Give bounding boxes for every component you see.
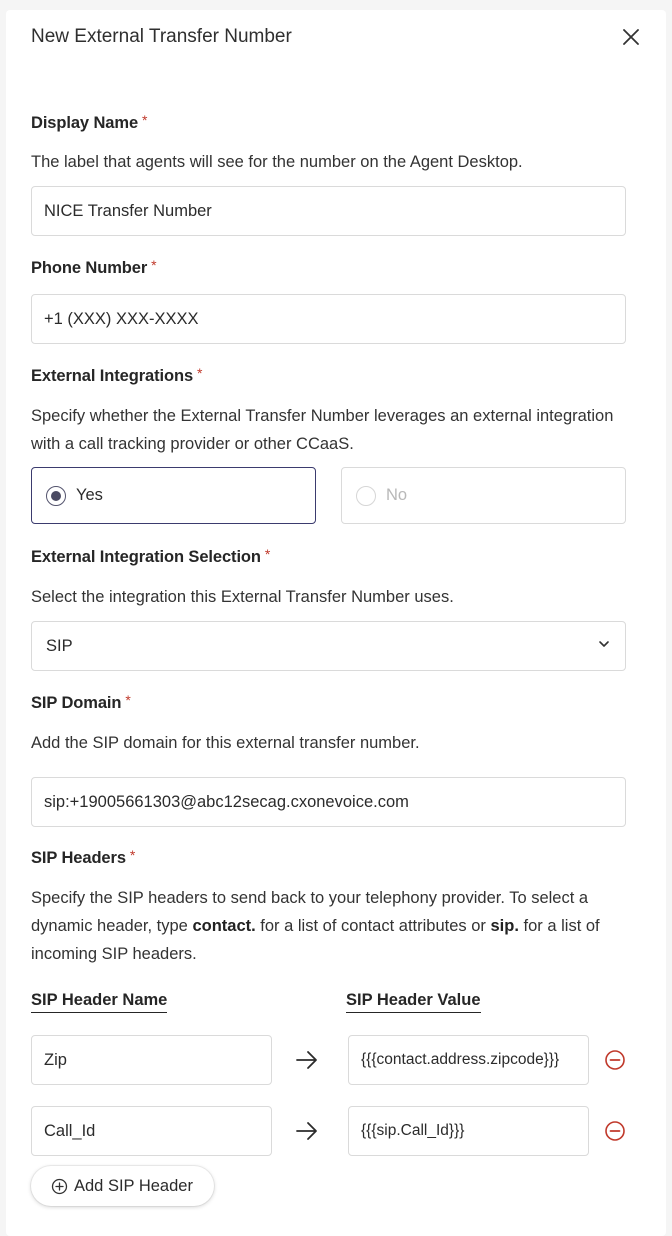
required-mark: * <box>151 257 157 273</box>
sip-header-value-column: SIP Header Value <box>346 991 481 1013</box>
sip-domain-section: SIP Domain * <box>31 692 626 713</box>
required-mark: * <box>129 847 136 863</box>
sip-header-name-column: SIP Header Name <box>31 991 168 1013</box>
panel-title: New External Transfer Number <box>31 26 292 47</box>
integration-selection-section: External Integration Selection * <box>31 546 626 567</box>
arrow-right-icon <box>296 1051 317 1069</box>
sip-domain-label: SIP Domain <box>31 694 122 712</box>
radio-unselected-icon <box>356 485 376 506</box>
integration-selection-help: Select the integration this External Tra… <box>31 588 454 606</box>
radio-no[interactable]: No <box>341 467 626 524</box>
radio-selected-icon <box>46 485 66 506</box>
sip-headers-section: SIP Headers * <box>31 847 626 868</box>
remove-circle-icon[interactable] <box>604 1120 626 1142</box>
radio-no-label: No <box>386 486 408 504</box>
sip-header-row: Call_Id {{{sip.Call_Id}}} <box>31 1106 641 1156</box>
sip-headers-help: Specify the SIP headers to send back to … <box>31 889 600 963</box>
display-name-input[interactable]: NICE Transfer Number <box>31 186 626 236</box>
external-integrations-help: Specify whether the External Transfer Nu… <box>31 407 614 453</box>
panel-header: New External Transfer Number <box>31 24 642 50</box>
sip-header-name-input[interactable]: Zip <box>31 1035 272 1085</box>
display-name-label: Display Name <box>31 114 139 132</box>
arrow-right-icon <box>296 1122 317 1140</box>
external-integrations-radio-group: Yes No <box>31 467 626 524</box>
sip-header-value-input[interactable]: {{{contact.address.zipcode}}} <box>348 1035 589 1085</box>
phone-number-label: Phone Number <box>31 259 148 277</box>
add-sip-header-button[interactable]: Add SIP Header <box>31 1166 214 1206</box>
required-mark: * <box>142 112 148 128</box>
integration-select[interactable]: SIP <box>31 621 626 671</box>
external-integrations-label: External Integrations <box>31 367 194 385</box>
radio-yes[interactable]: Yes <box>31 467 316 524</box>
sip-domain-input[interactable]: sip:+19005661303@abc12secag.cxonevoice.c… <box>31 777 626 827</box>
required-mark: * <box>125 692 131 708</box>
sip-header-name-input[interactable]: Call_Id <box>31 1106 272 1156</box>
required-mark: * <box>264 546 271 562</box>
external-integrations-section: External Integrations * <box>31 365 626 386</box>
radio-yes-label: Yes <box>76 486 103 504</box>
sip-domain-help: Add the SIP domain for this external tra… <box>31 734 420 752</box>
phone-number-input[interactable]: +1 (XXX) XXX-XXXX <box>31 294 626 344</box>
display-name-section: Display Name * <box>31 112 626 133</box>
required-mark: * <box>197 365 203 381</box>
add-circle-icon <box>51 1178 68 1194</box>
sip-headers-label: SIP Headers <box>31 849 126 867</box>
chevron-down-icon <box>597 637 611 656</box>
display-name-help: The label that agents will see for the n… <box>31 153 523 171</box>
remove-circle-icon[interactable] <box>604 1049 626 1071</box>
add-sip-header-label: Add SIP Header <box>74 1176 193 1195</box>
integration-select-value: SIP <box>46 636 73 655</box>
integration-selection-label: External Integration Selection <box>31 548 261 566</box>
phone-number-section: Phone Number * <box>31 257 626 278</box>
sip-header-row: Zip {{{contact.address.zipcode}}} <box>31 1035 641 1085</box>
sip-header-value-input[interactable]: {{{sip.Call_Id}}} <box>348 1106 589 1156</box>
close-icon[interactable] <box>620 26 642 48</box>
